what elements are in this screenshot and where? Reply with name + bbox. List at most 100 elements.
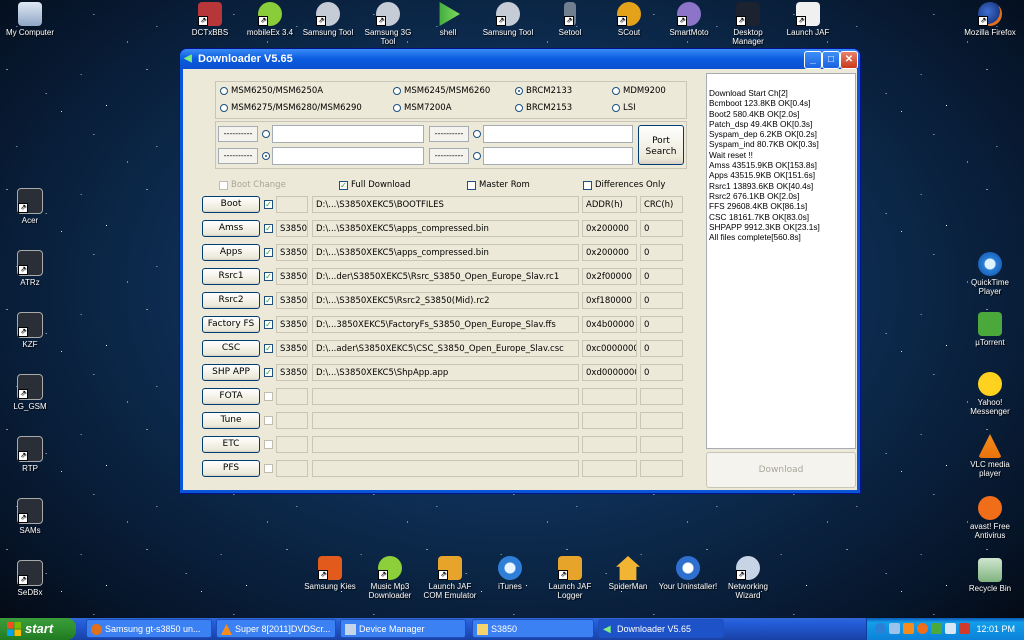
maximize-button[interactable]: □	[822, 51, 840, 69]
port-field-2[interactable]	[272, 147, 424, 165]
radio-msm6250[interactable]: MSM6250/MSM6250A	[220, 86, 323, 96]
port-button-2[interactable]: ----------	[218, 148, 258, 164]
row-path-field[interactable]: D:\...\S3850XEKC5\apps_compressed.bin	[312, 244, 579, 261]
row-path-field[interactable]	[312, 460, 579, 477]
desktop-icon-jaf-com-emulator[interactable]: ↗ Launch JAF COM Emulator	[420, 556, 480, 600]
desktop-icon-firefox[interactable]: ↗ Mozilla Firefox	[960, 2, 1020, 37]
row-button-rsrc1[interactable]: Rsrc1	[202, 268, 260, 285]
task-downloader[interactable]: ◀ Downloader V5.65	[598, 619, 724, 638]
task-vlc[interactable]: Super 8[2011]DVDScr...	[216, 619, 336, 638]
desktop-icon-setool[interactable]: ↗ Setool	[540, 2, 600, 37]
vlc-tray-icon[interactable]	[903, 623, 914, 634]
boot-change-checkbox[interactable]: Boot Change	[219, 180, 286, 190]
radio-msm6245[interactable]: MSM6245/MSM6260	[393, 86, 490, 96]
master-rom-checkbox[interactable]: Master Rom	[467, 180, 530, 190]
row-checkbox[interactable]	[264, 440, 273, 449]
desktop-icon-samsung-kies[interactable]: ↗ Samsung Kies	[300, 556, 360, 591]
row-checkbox-checked[interactable]: ✓	[264, 200, 273, 209]
avast-tray-icon[interactable]	[917, 623, 928, 634]
desktop-icon-atrz[interactable]: ↗ ATRz	[0, 250, 60, 287]
row-addr-field[interactable]: ADDR(h)	[582, 196, 637, 213]
desktop-icon-networking-wizard[interactable]: ↗ Networking Wizard	[718, 556, 778, 600]
desktop-icon-recycle-bin[interactable]: Recycle Bin	[960, 558, 1020, 593]
close-button[interactable]: ✕	[840, 51, 858, 69]
desktop-icon-quicktime[interactable]: QuickTime Player	[960, 252, 1020, 296]
desktop-icon-samsung-tool[interactable]: ↗ Samsung Tool	[298, 2, 358, 37]
row-path-field[interactable]: D:\...3850XEKC5\FactoryFs_S3850_Open_Eur…	[312, 316, 579, 333]
start-button[interactable]: start	[0, 618, 76, 640]
row-addr-field[interactable]	[582, 388, 637, 405]
row-path-field[interactable]: D:\...\S3850XEKC5\BOOTFILES	[312, 196, 579, 213]
row-addr-field[interactable]: 0xc0000000	[582, 340, 637, 357]
row-button-rsrc2[interactable]: Rsrc2	[202, 292, 260, 309]
desktop-icon-sedbx[interactable]: ↗ SeDBx	[0, 560, 60, 597]
port-radio-3[interactable]	[473, 130, 481, 138]
row-checkbox-checked[interactable]: ✓	[264, 368, 273, 377]
row-addr-field[interactable]: 0x2f00000	[582, 268, 637, 285]
desktop-icon-samsung-3g-tool[interactable]: ↗ Samsung 3G Tool	[358, 2, 418, 46]
port-radio-4[interactable]	[473, 152, 481, 160]
row-checkbox[interactable]	[264, 416, 273, 425]
port-radio-1[interactable]	[262, 130, 270, 138]
radio-msm6275[interactable]: MSM6275/MSM6280/MSM6290	[220, 103, 362, 113]
desktop-icon-my-computer[interactable]: My Computer	[0, 2, 60, 37]
radio-mdm9200[interactable]: MDM9200	[612, 86, 666, 96]
download-button[interactable]: Download	[706, 452, 856, 488]
desktop-icon-shell[interactable]: shell	[418, 2, 478, 37]
desktop-icon-your-uninstaller[interactable]: Your Uninstaller!	[658, 556, 718, 591]
row-path-field[interactable]: D:\...\S3850XEKC5\Rsrc2_S3850(Mid).rc2	[312, 292, 579, 309]
quicktime-tray-icon[interactable]	[875, 623, 886, 634]
row-button-fota[interactable]: FOTA	[202, 388, 260, 405]
row-checkbox-checked[interactable]: ✓	[264, 272, 273, 281]
port-button-3[interactable]: ----------	[429, 126, 469, 142]
row-path-field[interactable]: D:\...\S3850XEKC5\ShpApp.app	[312, 364, 579, 381]
network-tray-icon[interactable]	[889, 623, 900, 634]
row-checkbox-checked[interactable]: ✓	[264, 296, 273, 305]
desktop-icon-launch-jaf[interactable]: ↗ Launch JAF	[778, 2, 838, 37]
row-path-field[interactable]: D:\...ader\S3850XEKC5\CSC_S3850_Open_Eur…	[312, 340, 579, 357]
full-download-checkbox[interactable]: ✓ Full Download	[339, 180, 411, 190]
desktop-icon-itunes[interactable]: iTunes	[480, 556, 540, 591]
row-addr-field[interactable]: 0x200000	[582, 220, 637, 237]
row-button-csc[interactable]: CSC	[202, 340, 260, 357]
desktop-icon-smartmoto[interactable]: ↗ SmartMoto	[659, 2, 719, 37]
row-button-amss[interactable]: Amss	[202, 220, 260, 237]
row-addr-field[interactable]: 0x200000	[582, 244, 637, 261]
desktop-icon-samsung-tool-2[interactable]: ↗ Samsung Tool	[478, 2, 538, 37]
row-path-field[interactable]	[312, 412, 579, 429]
utorrent-tray-icon[interactable]	[931, 623, 942, 634]
task-firefox[interactable]: Samsung gt-s3850 un...	[86, 619, 212, 638]
desktop-icon-desktop-manager[interactable]: ↗ Desktop Manager	[718, 2, 778, 46]
port-button-1[interactable]: ----------	[218, 126, 258, 142]
row-path-field[interactable]: D:\...der\S3850XEKC5\Rsrc_S3850_Open_Eur…	[312, 268, 579, 285]
row-checkbox[interactable]	[264, 464, 273, 473]
row-path-field[interactable]: D:\...\S3850XEKC5\apps_compressed.bin	[312, 220, 579, 237]
desktop-icon-music-mp3[interactable]: ↗ Music Mp3 Downloader	[360, 556, 420, 600]
row-button-etc[interactable]: ETC	[202, 436, 260, 453]
row-button-apps[interactable]: Apps	[202, 244, 260, 261]
row-button-factory-fs[interactable]: Factory FS	[202, 316, 260, 333]
desktop-icon-mobileex[interactable]: ↗ mobileEx 3.4	[240, 2, 300, 37]
desktop-icon-scout[interactable]: ↗ SCout	[599, 2, 659, 37]
row-path-field[interactable]	[312, 388, 579, 405]
row-checkbox-checked[interactable]: ✓	[264, 224, 273, 233]
radio-msm7200a[interactable]: MSM7200A	[393, 103, 452, 113]
volume-tray-icon[interactable]	[945, 623, 956, 634]
row-addr-field[interactable]	[582, 436, 637, 453]
row-checkbox-checked[interactable]: ✓	[264, 248, 273, 257]
port-field-3[interactable]	[483, 125, 633, 143]
row-addr-field[interactable]	[582, 460, 637, 477]
row-addr-field[interactable]: 0xf180000	[582, 292, 637, 309]
row-addr-field[interactable]	[582, 412, 637, 429]
desktop-icon-lg-gsm[interactable]: ↗ LG_GSM	[0, 374, 60, 411]
desktop-icon-avast[interactable]: avast! Free Antivirus	[960, 496, 1020, 540]
desktop-icon-spiderman[interactable]: SpiderMan	[598, 556, 658, 591]
desktop-icon-dctxbbs[interactable]: ↗ DCTxBBS	[180, 2, 240, 37]
row-button-shp-app[interactable]: SHP APP	[202, 364, 260, 381]
port-radio-2[interactable]	[262, 152, 270, 160]
minimize-button[interactable]: _	[804, 51, 822, 69]
row-button-tune[interactable]: Tune	[202, 412, 260, 429]
desktop-icon-sams[interactable]: ↗ SAMs	[0, 498, 60, 535]
desktop-icon-yahoo[interactable]: Yahoo! Messenger	[960, 372, 1020, 416]
row-button-pfs[interactable]: PFS	[202, 460, 260, 477]
